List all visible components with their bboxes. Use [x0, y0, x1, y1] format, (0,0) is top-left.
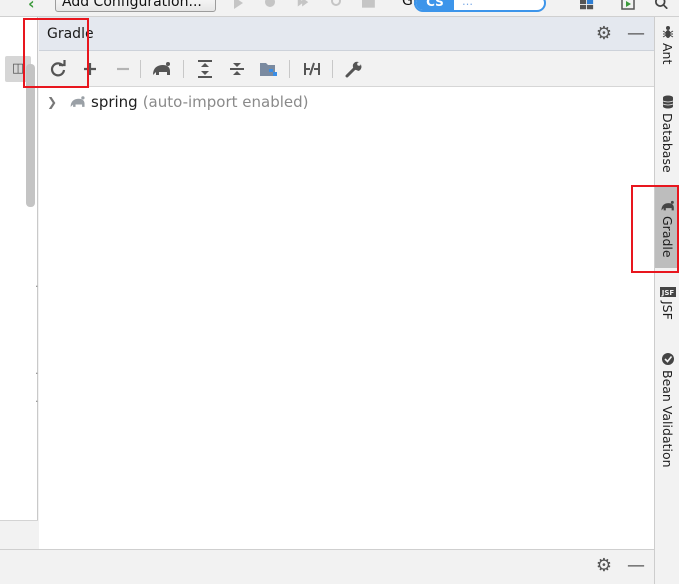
minus-icon[interactable]: [112, 58, 134, 80]
editor-fragment: ◫ · · ·: [0, 17, 39, 567]
debug-icon[interactable]: [263, 0, 277, 9]
toolbar-separator: [289, 60, 290, 78]
gradle-toolbar: [39, 51, 654, 87]
run-anything-icon[interactable]: [621, 0, 635, 10]
elephant-icon[interactable]: [151, 58, 173, 80]
ant-icon: [662, 26, 673, 38]
collapse-all-icon[interactable]: [226, 58, 248, 80]
gear-icon[interactable]: ⚙: [594, 24, 614, 44]
tab-bean-validation[interactable]: Bean Validation: [655, 352, 679, 468]
toolbar-separator: [183, 60, 184, 78]
gutter-mark: ·: [35, 367, 39, 380]
tab-ant[interactable]: Ant: [655, 25, 679, 64]
tab-label: Bean Validation: [660, 370, 675, 468]
tab-database[interactable]: Database: [655, 95, 679, 173]
gutter-mark: ·: [35, 280, 39, 293]
bottom-tool-strip: ⚙ —: [0, 549, 654, 584]
run-icon[interactable]: [231, 0, 245, 9]
tree-node-label: spring: [91, 93, 138, 111]
toolbar-separator: [332, 60, 333, 78]
tab-label: JSF: [660, 301, 675, 320]
gutter-mark: ·: [35, 395, 39, 408]
elephant-icon: [70, 96, 85, 107]
database-icon: [662, 95, 673, 109]
plus-icon[interactable]: [79, 58, 101, 80]
gradle-project-tree: ❯ spring (auto-import enabled): [39, 87, 654, 549]
main-toolbar: ‹ Add Configuration... Gi CS …: [0, 0, 679, 17]
group-modules-icon[interactable]: [258, 58, 280, 80]
right-tool-strip: Ant Database Gradle JSF JSF Bean Validat…: [654, 17, 679, 584]
tool-window-title: Gradle: [47, 26, 94, 42]
extension-badge-left: CS: [416, 0, 454, 10]
refresh-icon[interactable]: [47, 58, 69, 80]
stop-icon[interactable]: [362, 0, 376, 9]
tab-gradle[interactable]: Gradle: [655, 186, 679, 268]
run-configuration-selector[interactable]: Add Configuration...: [55, 0, 216, 12]
tab-label: Gradle: [660, 216, 675, 258]
tool-window-header: Gradle ⚙ —: [39, 17, 654, 51]
tab-label: Database: [660, 113, 675, 173]
back-arrow-icon[interactable]: ‹: [28, 0, 35, 13]
editor-scrollbar[interactable]: [26, 64, 35, 207]
coverage-icon[interactable]: [296, 0, 310, 9]
gradle-tool-window: Gradle ⚙ — ❯ spring (auto-import enabled…: [39, 17, 654, 549]
search-icon[interactable]: [655, 0, 669, 9]
svg-text:JSF: JSF: [660, 289, 674, 297]
offline-mode-icon[interactable]: [301, 58, 323, 80]
tab-label: Ant: [660, 43, 675, 65]
toolbar-separator: [140, 60, 141, 78]
minimize-icon[interactable]: —: [626, 24, 646, 44]
extension-badge-right: …: [462, 0, 473, 8]
minimize-icon[interactable]: —: [626, 556, 646, 576]
project-structure-icon[interactable]: [580, 0, 594, 10]
elephant-icon: [660, 200, 674, 211]
ide-window: ‹ Add Configuration... Gi CS … ◫ · · · G…: [0, 0, 679, 584]
extension-badge[interactable]: CS …: [414, 0, 546, 12]
bean-validation-icon: [661, 353, 674, 365]
tree-node-spring[interactable]: ❯ spring (auto-import enabled): [43, 92, 309, 112]
gear-icon[interactable]: ⚙: [594, 556, 614, 576]
wrench-icon[interactable]: [343, 58, 365, 80]
chevron-right-icon[interactable]: ❯: [45, 95, 59, 109]
jsf-icon: JSF: [659, 287, 676, 297]
profile-icon[interactable]: [330, 0, 344, 9]
expand-all-icon[interactable]: [194, 58, 216, 80]
tree-node-note: (auto-import enabled): [142, 93, 309, 111]
tab-jsf[interactable]: JSF JSF: [655, 287, 679, 320]
